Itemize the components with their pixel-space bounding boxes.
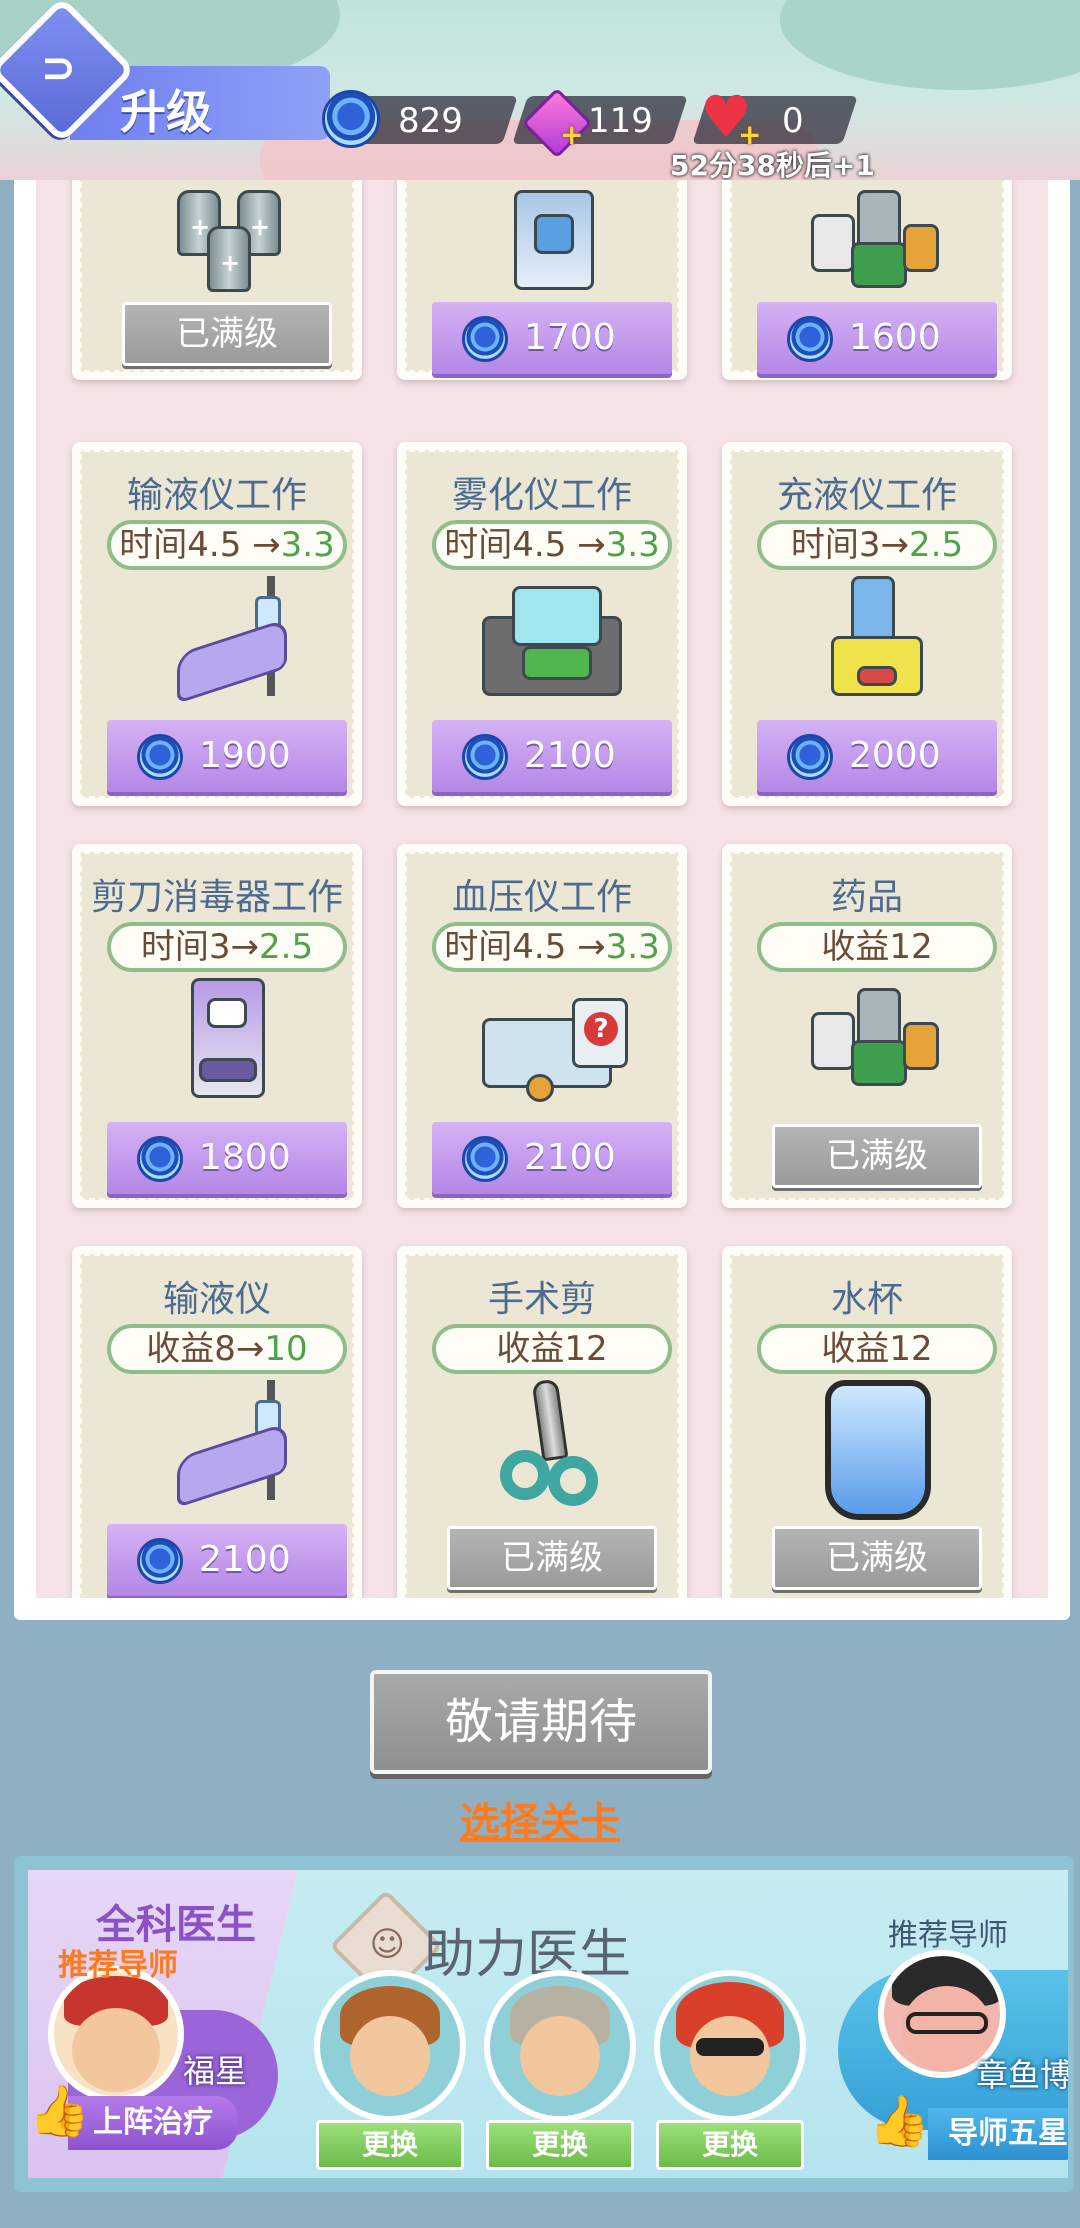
assist-slot: 更换 xyxy=(314,1970,466,2176)
background-hill xyxy=(780,0,1080,90)
thumbs-up-icon: 👍 xyxy=(28,2082,91,2140)
swap-button[interactable]: 更换 xyxy=(656,2120,804,2170)
item-stat: 时间4.5 →3.3 xyxy=(107,520,347,570)
item-stat: 收益12 xyxy=(757,922,997,972)
doctors-panel: 全科医生 推荐导师 福星 上阵治疗 👍 ☺ 助力医生 更换 更换 更换 推荐导师… xyxy=(14,1856,1074,2192)
add-gems-icon[interactable]: + xyxy=(560,118,583,151)
upgrade-price-button[interactable]: 1800 xyxy=(107,1122,347,1194)
item-stat: 收益12 xyxy=(757,1324,997,1374)
item-stat: 收益8→10 xyxy=(107,1324,347,1374)
item-name: 血压仪工作 xyxy=(451,877,632,918)
upgrade-card: 充液仪工作 时间3→2.5 2000 xyxy=(722,442,1012,806)
bottles-icon xyxy=(157,190,297,320)
assist-doctor-avatar[interactable] xyxy=(314,1970,466,2122)
coin-icon xyxy=(137,1538,183,1584)
upgrade-price-button[interactable]: 1700 xyxy=(432,302,672,374)
coins-value: 829 xyxy=(398,101,463,141)
coin-icon xyxy=(137,734,183,780)
coin-icon xyxy=(462,316,508,362)
add-hearts-icon[interactable]: + xyxy=(738,118,761,151)
upgrade-card: 水杯 收益12 已满级 xyxy=(722,1246,1012,1598)
back-arrow-icon: ⊃ xyxy=(40,42,77,92)
coming-soon-button[interactable]: 敬请期待 xyxy=(370,1670,712,1774)
coin-icon xyxy=(322,90,380,148)
medicine-icon xyxy=(807,978,947,1108)
assist-doctor-avatar[interactable] xyxy=(654,1970,806,2122)
item-stat: 时间4.5 →3.3 xyxy=(432,922,672,972)
select-level-link[interactable]: 选择关卡 xyxy=(440,1790,640,1848)
upgrade-card: 已满级 xyxy=(72,180,362,380)
page-title: 升级 xyxy=(120,85,212,139)
maxed-label: 已满级 xyxy=(122,302,332,366)
iv-chair-icon xyxy=(157,1380,297,1510)
upgrade-price-button[interactable]: 2100 xyxy=(432,720,672,792)
upgrade-price-button[interactable]: 2100 xyxy=(107,1524,347,1596)
refill-machine-icon xyxy=(807,576,947,706)
dispenser-icon xyxy=(482,190,622,320)
mentor-name: 章鱼博士 xyxy=(976,2056,1068,2094)
assist-slot: 更换 xyxy=(654,1970,806,2176)
coin-icon xyxy=(462,1136,508,1182)
item-name: 输液仪工作 xyxy=(126,475,307,516)
swap-button[interactable]: 更换 xyxy=(316,2120,464,2170)
swap-button[interactable]: 更换 xyxy=(486,2120,634,2170)
item-name: 充液仪工作 xyxy=(776,475,957,516)
coin-icon xyxy=(137,1136,183,1182)
gems-value: 119 xyxy=(588,101,653,141)
coin-icon xyxy=(787,316,833,362)
upgrade-list[interactable]: 已满级 1700 xyxy=(36,180,1048,1598)
mentor-five-star-button[interactable]: 导师五星 xyxy=(928,2108,1068,2160)
upgrade-card: 手术剪 收益12 已满级 xyxy=(397,1246,687,1598)
maxed-label: 已满级 xyxy=(447,1526,657,1590)
upgrade-card: 输液仪 收益8→10 2100 xyxy=(72,1246,362,1598)
nebulizer-icon xyxy=(482,576,622,706)
item-name: 水杯 xyxy=(830,1279,903,1320)
thumbs-up-icon: 👍 xyxy=(868,2092,931,2150)
medicine-icon xyxy=(807,190,947,320)
coin-icon xyxy=(462,734,508,780)
upgrade-panel: 已满级 1700 xyxy=(14,180,1070,1620)
item-name: 剪刀消毒器工作 xyxy=(90,877,343,918)
upgrade-price-button[interactable]: 2100 xyxy=(432,1122,672,1194)
upgrade-card: 1700 xyxy=(397,180,687,380)
upgrade-price-button[interactable]: 2000 xyxy=(757,720,997,792)
hearts-value: 0 xyxy=(782,101,804,141)
mentor-recommend-label: 推荐导师 xyxy=(888,1918,1008,1953)
upgrade-price-button[interactable]: 1900 xyxy=(107,720,347,792)
upgrade-card: 雾化仪工作 时间4.5 →3.3 2100 xyxy=(397,442,687,806)
coin-icon xyxy=(787,734,833,780)
maxed-label: 已满级 xyxy=(772,1526,982,1590)
maxed-label: 已满级 xyxy=(772,1124,982,1188)
sterilizer-icon xyxy=(157,978,297,1108)
upgrade-card: 输液仪工作 时间4.5 →3.3 1900 xyxy=(72,442,362,806)
item-name: 输液仪 xyxy=(162,1279,271,1320)
upgrade-card: 药品 收益12 已满级 xyxy=(722,844,1012,1208)
deploy-treat-button[interactable]: 上阵治疗 xyxy=(68,2096,238,2150)
upgrade-price-button[interactable]: 1600 xyxy=(757,302,997,374)
upgrade-card: 血压仪工作 时间4.5 →3.3 ? 2100 xyxy=(397,844,687,1208)
blood-pressure-icon: ? xyxy=(482,978,628,1108)
recommend-mentor-label: 推荐导师 xyxy=(58,1948,178,1983)
iv-chair-icon xyxy=(157,576,297,706)
item-stat: 收益12 xyxy=(432,1324,672,1374)
assist-doctor-avatar[interactable] xyxy=(484,1970,636,2122)
water-cup-icon xyxy=(807,1380,947,1520)
item-stat: 时间3→2.5 xyxy=(107,922,347,972)
scissors-icon xyxy=(482,1378,622,1510)
upgrade-card: 剪刀消毒器工作 时间3→2.5 1800 xyxy=(72,844,362,1208)
item-stat: 时间3→2.5 xyxy=(757,520,997,570)
item-name: 药品 xyxy=(830,877,903,918)
item-name: 雾化仪工作 xyxy=(451,475,632,516)
upgrade-card: 1600 xyxy=(722,180,1012,380)
item-stat: 时间4.5 →3.3 xyxy=(432,520,672,570)
general-doctor-name: 福星 xyxy=(183,2052,248,2090)
item-name: 手术剪 xyxy=(487,1279,596,1320)
assist-slot: 更换 xyxy=(484,1970,636,2176)
